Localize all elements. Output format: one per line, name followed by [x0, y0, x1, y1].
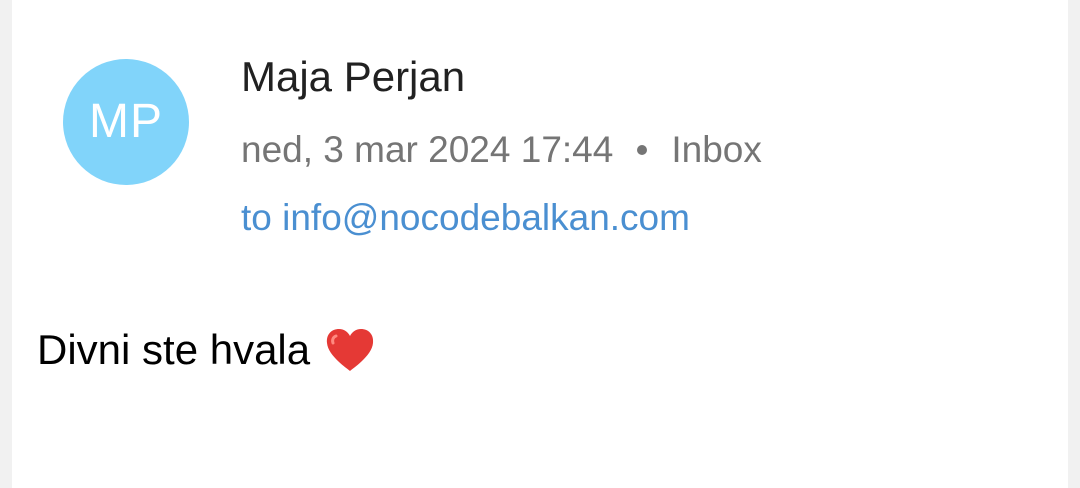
- recipient-details-link[interactable]: to info@nocodebalkan.com: [241, 196, 690, 240]
- sender-name[interactable]: Maja Perjan: [241, 53, 465, 101]
- avatar[interactable]: MP: [63, 59, 189, 185]
- message-body-text: Divni ste hvala: [37, 326, 311, 373]
- message-date: ned, 3 mar 2024 17:44: [241, 129, 614, 170]
- message-meta: ned, 3 mar 2024 17:44 Inbox: [241, 128, 762, 172]
- separator-dot-icon: [637, 145, 648, 155]
- red-heart-icon: [327, 329, 374, 371]
- avatar-initials: MP: [89, 95, 163, 148]
- message-body: Divni ste hvala: [37, 326, 376, 374]
- email-message-card: MP Maja Perjan ned, 3 mar 2024 17:44 Inb…: [12, 0, 1068, 488]
- folder-label: Inbox: [671, 129, 762, 170]
